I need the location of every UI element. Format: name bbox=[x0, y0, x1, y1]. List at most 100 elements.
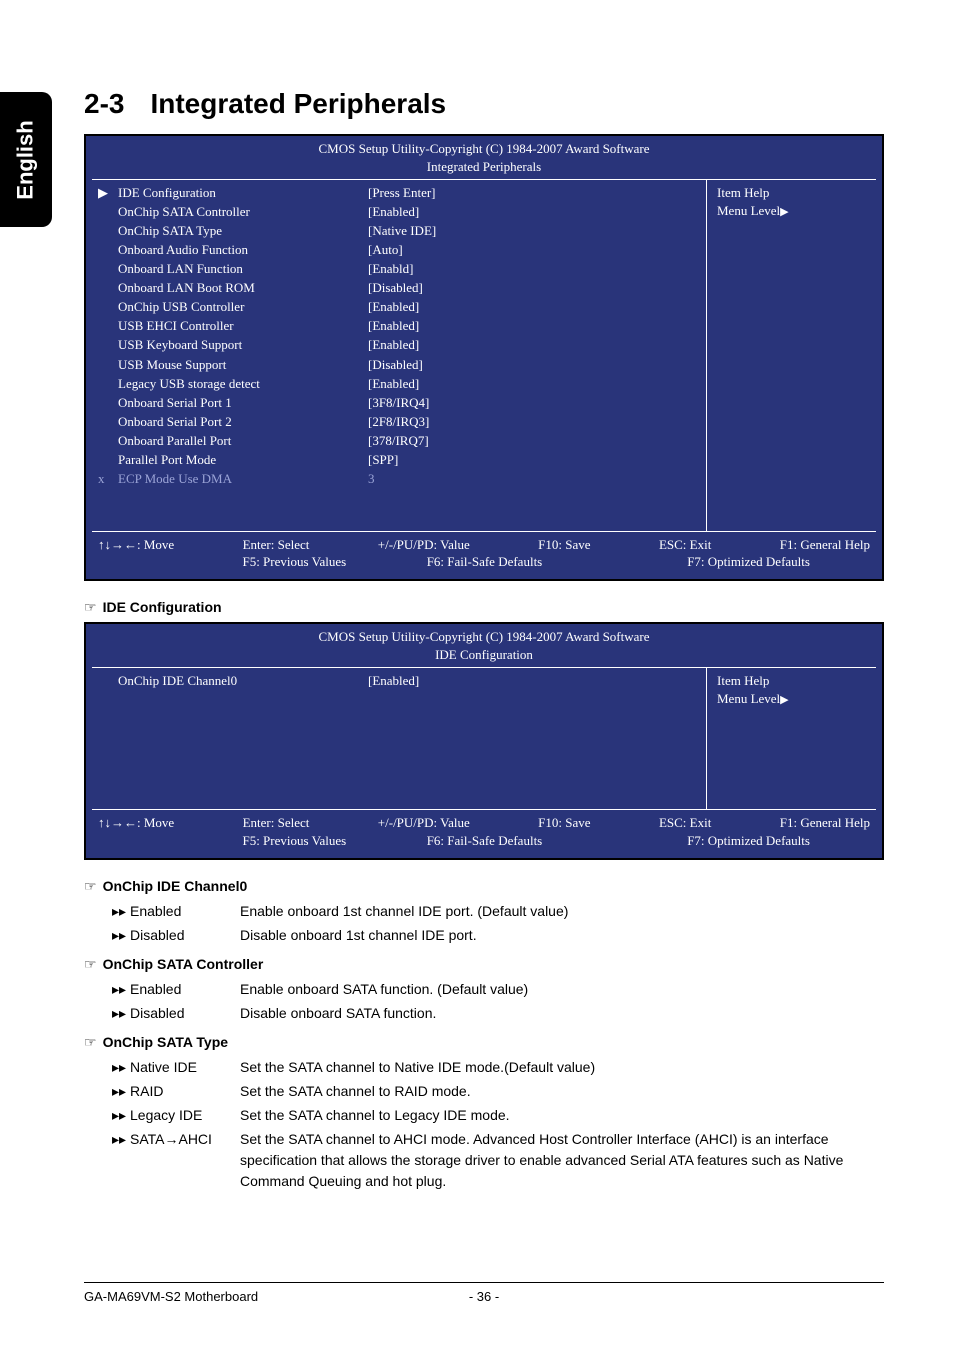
hand-icon: ☞ bbox=[84, 878, 97, 895]
key-f6: F6: Fail-Safe Defaults bbox=[427, 553, 543, 571]
key-esc: ESC: Exit bbox=[659, 814, 711, 832]
option-values: ▸▸Native IDESet the SATA channel to Nati… bbox=[112, 1057, 884, 1192]
setting-label: Parallel Port Mode bbox=[118, 451, 328, 469]
key-pupd: +/-/PU/PD: Value bbox=[378, 814, 470, 832]
key-f6: F6: Fail-Safe Defaults bbox=[427, 832, 543, 850]
language-tab: English bbox=[0, 92, 52, 227]
setting-value: [3F8/IRQ4] bbox=[368, 394, 700, 412]
option-heading: ☞OnChip SATA Controller bbox=[84, 956, 884, 973]
setting-value: [Enabled] bbox=[368, 203, 700, 221]
bios-copyright: CMOS Setup Utility-Copyright (C) 1984-20… bbox=[92, 628, 876, 646]
hand-icon: ☞ bbox=[84, 1034, 97, 1051]
row-marker bbox=[98, 451, 118, 469]
options-list: ☞OnChip IDE Channel0▸▸EnabledEnable onbo… bbox=[84, 878, 884, 1192]
option-values: ▸▸EnabledEnable onboard 1st channel IDE … bbox=[112, 901, 884, 946]
option-description: Set the SATA channel to Legacy IDE mode. bbox=[240, 1105, 884, 1126]
key-f1: F1: General Help bbox=[780, 536, 870, 554]
key-f10: F10: Save bbox=[538, 814, 590, 832]
bios-header: CMOS Setup Utility-Copyright (C) 1984-20… bbox=[92, 140, 876, 175]
setting-value: [Enabled] bbox=[368, 375, 700, 393]
bios-help-panel: Item Help Menu Level▶ bbox=[706, 180, 876, 531]
option-row: ▸▸EnabledEnable onboard SATA function. (… bbox=[112, 979, 884, 1000]
item-help-title: Item Help bbox=[717, 672, 866, 690]
double-arrow-icon: ▸▸ bbox=[112, 925, 130, 946]
hand-icon: ☞ bbox=[84, 599, 97, 616]
footer-page-number: - 36 - bbox=[351, 1289, 618, 1304]
bios-footer-keys: ↑↓→←: Move Enter: Select +/-/PU/PD: Valu… bbox=[92, 532, 876, 575]
option-name: Native IDE bbox=[130, 1057, 240, 1078]
setting-value: [378/IRQ7] bbox=[368, 432, 700, 450]
setting-value: [Enabld] bbox=[368, 260, 700, 278]
key-f5: F5: Previous Values bbox=[242, 553, 346, 571]
row-marker bbox=[98, 317, 118, 335]
section-title: 2-3 Integrated Peripherals bbox=[84, 88, 884, 120]
section-heading: Integrated Peripherals bbox=[150, 88, 446, 119]
option-name: RAID bbox=[130, 1081, 240, 1102]
option-name: Enabled bbox=[130, 901, 240, 922]
setting-label: OnChip IDE Channel0 bbox=[118, 672, 328, 690]
key-enter: Enter: Select bbox=[243, 814, 310, 832]
key-enter: Enter: Select bbox=[243, 536, 310, 554]
double-arrow-icon: ▸▸ bbox=[112, 1081, 130, 1102]
option-values: ▸▸EnabledEnable onboard SATA function. (… bbox=[112, 979, 884, 1024]
chevron-right-icon: ▶ bbox=[780, 694, 788, 706]
option-name: Enabled bbox=[130, 979, 240, 1000]
row-marker bbox=[98, 413, 118, 431]
footer-model: GA-MA69VM-S2 Motherboard bbox=[84, 1289, 351, 1304]
setting-value: [Disabled] bbox=[368, 356, 700, 374]
setting-label: IDE Configuration bbox=[118, 184, 328, 202]
option-heading-text: OnChip IDE Channel0 bbox=[103, 878, 248, 894]
row-marker bbox=[98, 672, 118, 690]
double-arrow-icon: ▸▸ bbox=[112, 1105, 130, 1126]
bios-header: CMOS Setup Utility-Copyright (C) 1984-20… bbox=[92, 628, 876, 663]
option-description: Set the SATA channel to RAID mode. bbox=[240, 1081, 884, 1102]
row-marker bbox=[98, 241, 118, 259]
section-number: 2-3 bbox=[84, 88, 124, 119]
key-esc: ESC: Exit bbox=[659, 536, 711, 554]
bios-body: ▶ x IDE ConfigurationOnChip SATA Control… bbox=[92, 179, 876, 532]
option-description: Enable onboard 1st channel IDE port. (De… bbox=[240, 901, 884, 922]
option-heading: ☞ OnChip IDE Channel0 bbox=[84, 878, 884, 895]
row-marker bbox=[98, 298, 118, 316]
row-marker bbox=[98, 279, 118, 297]
setting-label: ECP Mode Use DMA bbox=[118, 470, 328, 488]
option-description: Set the SATA channel to AHCI mode. Advan… bbox=[240, 1129, 884, 1192]
option-heading-text: OnChip SATA Controller bbox=[103, 956, 264, 972]
setting-label: USB Keyboard Support bbox=[118, 336, 328, 354]
option-name: Disabled bbox=[130, 1003, 240, 1024]
row-marker bbox=[98, 356, 118, 374]
option-description: Enable onboard SATA function. (Default v… bbox=[240, 979, 884, 1000]
setting-label: Legacy USB storage detect bbox=[118, 375, 328, 393]
setting-label: Onboard LAN Function bbox=[118, 260, 328, 278]
row-marker bbox=[98, 260, 118, 278]
menu-level: Menu Level▶ bbox=[717, 202, 866, 220]
option-description: Set the SATA channel to Native IDE mode.… bbox=[240, 1057, 884, 1078]
row-marker: ▶ bbox=[98, 184, 118, 202]
bios-help-panel: Item Help Menu Level▶ bbox=[706, 668, 876, 809]
bios-footer-keys: ↑↓→←: Move Enter: Select +/-/PU/PD: Valu… bbox=[92, 810, 876, 853]
option-heading-text: OnChip SATA Type bbox=[103, 1034, 228, 1050]
setting-value: [Enabled] bbox=[368, 672, 700, 690]
row-marker: x bbox=[98, 470, 118, 488]
option-row: ▸▸EnabledEnable onboard 1st channel IDE … bbox=[112, 901, 884, 922]
bios-title: IDE Configuration bbox=[92, 646, 876, 664]
setting-label: Onboard Audio Function bbox=[118, 241, 328, 259]
option-row: ▸▸RAIDSet the SATA channel to RAID mode. bbox=[112, 1081, 884, 1102]
setting-label: Onboard Serial Port 1 bbox=[118, 394, 328, 412]
setting-value: [Native IDE] bbox=[368, 222, 700, 240]
double-arrow-icon: ▸▸ bbox=[112, 1129, 130, 1150]
key-f1: F1: General Help bbox=[780, 814, 870, 832]
key-f10: F10: Save bbox=[538, 536, 590, 554]
bios-panel-ide-configuration: CMOS Setup Utility-Copyright (C) 1984-20… bbox=[84, 622, 884, 860]
setting-label: USB EHCI Controller bbox=[118, 317, 328, 335]
chevron-right-icon: ▶ bbox=[780, 206, 788, 218]
setting-value: [Enabled] bbox=[368, 336, 700, 354]
page-footer: GA-MA69VM-S2 Motherboard - 36 - bbox=[84, 1282, 884, 1304]
row-marker bbox=[98, 336, 118, 354]
double-arrow-icon: ▸▸ bbox=[112, 979, 130, 1000]
option-heading: ☞ OnChip SATA Type bbox=[84, 1034, 884, 1051]
setting-label: OnChip SATA Controller bbox=[118, 203, 328, 221]
language-label: English bbox=[13, 120, 39, 199]
row-marker bbox=[98, 222, 118, 240]
row-marker bbox=[98, 432, 118, 450]
